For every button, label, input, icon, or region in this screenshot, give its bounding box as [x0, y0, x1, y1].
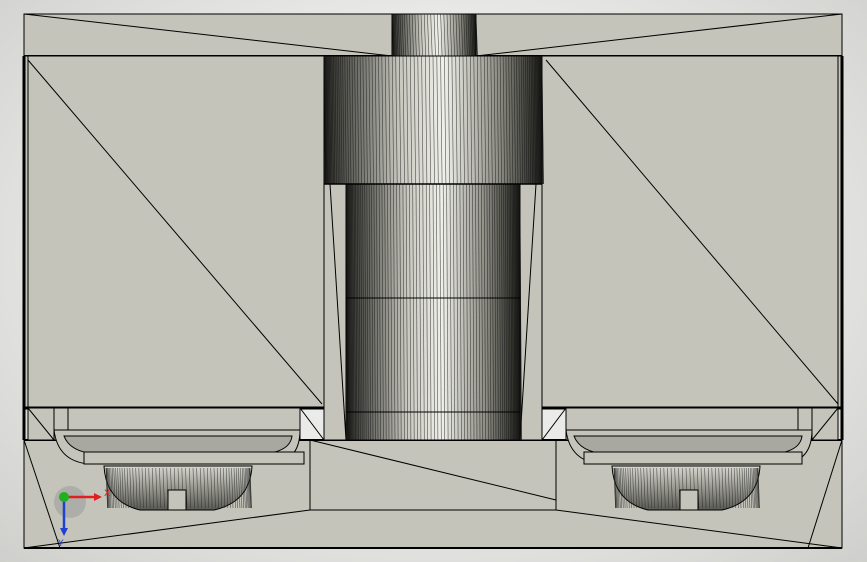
right-block[interactable]: [541, 55, 844, 440]
cad-viewport[interactable]: X Y: [0, 0, 867, 562]
left-block[interactable]: [22, 55, 325, 440]
center-shaft[interactable]: [323, 13, 544, 441]
x-axis-label: X: [104, 489, 110, 499]
y-axis-label: Y: [57, 539, 64, 549]
y-axis-icon: [59, 492, 69, 502]
